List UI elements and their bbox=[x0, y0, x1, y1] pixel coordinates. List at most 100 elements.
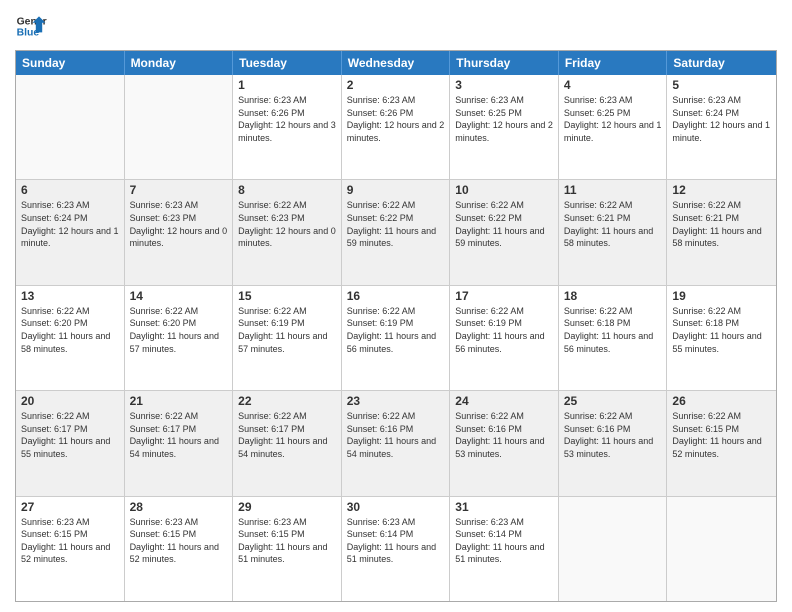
calendar-cell: 10Sunrise: 6:22 AM Sunset: 6:22 PM Dayli… bbox=[450, 180, 559, 284]
cell-info: Sunrise: 6:22 AM Sunset: 6:18 PM Dayligh… bbox=[564, 305, 662, 355]
calendar-cell: 6 Sunrise: 6:23 AM Sunset: 6:24 PM Daylig… bbox=[16, 180, 125, 284]
day-number: 19 bbox=[672, 289, 771, 303]
cell-info: Sunrise: 6:22 AM Sunset: 6:19 PM Dayligh… bbox=[455, 305, 553, 355]
day-number: 11 bbox=[564, 183, 662, 197]
cell-info: Sunrise: 6:22 AM Sunset: 6:21 PM Dayligh… bbox=[564, 199, 662, 249]
cell-info: Sunrise: 6:23 AM Sunset: 6:23 PM Dayligh… bbox=[130, 199, 228, 249]
day-number: 7 bbox=[130, 183, 228, 197]
cell-info: Sunrise: 6:22 AM Sunset: 6:20 PM Dayligh… bbox=[130, 305, 228, 355]
calendar-cell: 4 Sunrise: 6:23 AM Sunset: 6:25 PM Daylig… bbox=[559, 75, 668, 179]
weekday-header-tuesday: Tuesday bbox=[233, 51, 342, 75]
calendar-cell: 13 Sunrise: 6:22 AM Sunset: 6:20 PM Dayli… bbox=[16, 286, 125, 390]
day-number: 21 bbox=[130, 394, 228, 408]
calendar-cell: 27 Sunrise: 6:23 AM Sunset: 6:15 PM Dayli… bbox=[16, 497, 125, 601]
calendar-cell: 19 Sunrise: 6:22 AM Sunset: 6:18 PM Dayli… bbox=[667, 286, 776, 390]
day-number: 5 bbox=[672, 78, 771, 92]
calendar-row-1: 6 Sunrise: 6:23 AM Sunset: 6:24 PM Daylig… bbox=[16, 180, 776, 285]
calendar-row-3: 20 Sunrise: 6:22 AM Sunset: 6:17 PM Dayli… bbox=[16, 391, 776, 496]
calendar-cell: 30Sunrise: 6:23 AM Sunset: 6:14 PM Dayli… bbox=[342, 497, 451, 601]
calendar-cell: 17 Sunrise: 6:22 AM Sunset: 6:19 PM Dayli… bbox=[450, 286, 559, 390]
calendar-cell: 3Sunrise: 6:23 AM Sunset: 6:25 PM Daylig… bbox=[450, 75, 559, 179]
calendar-cell: 20Sunrise: 6:22 AM Sunset: 6:17 PM Dayli… bbox=[16, 391, 125, 495]
day-number: 23 bbox=[347, 394, 445, 408]
calendar-cell: 9Sunrise: 6:22 AM Sunset: 6:22 PM Daylig… bbox=[342, 180, 451, 284]
weekday-header-thursday: Thursday bbox=[450, 51, 559, 75]
cell-info: Sunrise: 6:22 AM Sunset: 6:16 PM Dayligh… bbox=[564, 410, 662, 460]
cell-info: Sunrise: 6:22 AM Sunset: 6:17 PM Dayligh… bbox=[238, 410, 336, 460]
day-number: 18 bbox=[564, 289, 662, 303]
cell-info: Sunrise: 6:23 AM Sunset: 6:24 PM Dayligh… bbox=[672, 94, 771, 144]
cell-info: Sunrise: 6:22 AM Sunset: 6:23 PM Dayligh… bbox=[238, 199, 336, 249]
day-number: 9 bbox=[347, 183, 445, 197]
calendar-cell: 26 Sunrise: 6:22 AM Sunset: 6:15 PM Dayli… bbox=[667, 391, 776, 495]
calendar-row-4: 27 Sunrise: 6:23 AM Sunset: 6:15 PM Dayli… bbox=[16, 497, 776, 601]
day-number: 31 bbox=[455, 500, 553, 514]
day-number: 20 bbox=[21, 394, 119, 408]
weekday-header-saturday: Saturday bbox=[667, 51, 776, 75]
day-number: 13 bbox=[21, 289, 119, 303]
day-number: 1 bbox=[238, 78, 336, 92]
cell-info: Sunrise: 6:22 AM Sunset: 6:17 PM Dayligh… bbox=[130, 410, 228, 460]
calendar-cell: 16 Sunrise: 6:22 AM Sunset: 6:19 PM Dayli… bbox=[342, 286, 451, 390]
cell-info: Sunrise: 6:23 AM Sunset: 6:15 PM Dayligh… bbox=[21, 516, 119, 566]
calendar-cell: 25 Sunrise: 6:22 AM Sunset: 6:16 PM Dayli… bbox=[559, 391, 668, 495]
day-number: 16 bbox=[347, 289, 445, 303]
calendar-cell: 29 Sunrise: 6:23 AM Sunset: 6:15 PM Dayli… bbox=[233, 497, 342, 601]
calendar-cell: 8 Sunrise: 6:22 AM Sunset: 6:23 PM Daylig… bbox=[233, 180, 342, 284]
day-number: 2 bbox=[347, 78, 445, 92]
cell-info: Sunrise: 6:23 AM Sunset: 6:25 PM Dayligh… bbox=[564, 94, 662, 144]
cell-info: Sunrise: 6:23 AM Sunset: 6:26 PM Dayligh… bbox=[238, 94, 336, 144]
logo-icon: General Blue bbox=[15, 10, 47, 42]
calendar-cell: 11 Sunrise: 6:22 AM Sunset: 6:21 PM Dayli… bbox=[559, 180, 668, 284]
weekday-header-monday: Monday bbox=[125, 51, 234, 75]
day-number: 26 bbox=[672, 394, 771, 408]
cell-info: Sunrise: 6:22 AM Sunset: 6:18 PM Dayligh… bbox=[672, 305, 771, 355]
page-header: General Blue bbox=[15, 10, 777, 42]
day-number: 22 bbox=[238, 394, 336, 408]
calendar-cell: 21 Sunrise: 6:22 AM Sunset: 6:17 PM Dayli… bbox=[125, 391, 234, 495]
cell-info: Sunrise: 6:22 AM Sunset: 6:19 PM Dayligh… bbox=[347, 305, 445, 355]
cell-info: Sunrise: 6:22 AM Sunset: 6:15 PM Dayligh… bbox=[672, 410, 771, 460]
day-number: 25 bbox=[564, 394, 662, 408]
day-number: 12 bbox=[672, 183, 771, 197]
calendar-cell bbox=[559, 497, 668, 601]
cell-info: Sunrise: 6:23 AM Sunset: 6:26 PM Dayligh… bbox=[347, 94, 445, 144]
calendar-cell: 7 Sunrise: 6:23 AM Sunset: 6:23 PM Daylig… bbox=[125, 180, 234, 284]
cell-info: Sunrise: 6:23 AM Sunset: 6:14 PM Dayligh… bbox=[455, 516, 553, 566]
calendar-cell: 1 Sunrise: 6:23 AM Sunset: 6:26 PM Daylig… bbox=[233, 75, 342, 179]
calendar-cell: 22 Sunrise: 6:22 AM Sunset: 6:17 PM Dayli… bbox=[233, 391, 342, 495]
day-number: 17 bbox=[455, 289, 553, 303]
cell-info: Sunrise: 6:22 AM Sunset: 6:21 PM Dayligh… bbox=[672, 199, 771, 249]
calendar: SundayMondayTuesdayWednesdayThursdayFrid… bbox=[15, 50, 777, 602]
calendar-cell: 12 Sunrise: 6:22 AM Sunset: 6:21 PM Dayli… bbox=[667, 180, 776, 284]
calendar-header: SundayMondayTuesdayWednesdayThursdayFrid… bbox=[16, 51, 776, 75]
calendar-cell: 31 Sunrise: 6:23 AM Sunset: 6:14 PM Dayli… bbox=[450, 497, 559, 601]
weekday-header-sunday: Sunday bbox=[16, 51, 125, 75]
day-number: 29 bbox=[238, 500, 336, 514]
calendar-cell: 5 Sunrise: 6:23 AM Sunset: 6:24 PM Daylig… bbox=[667, 75, 776, 179]
calendar-cell: 2 Sunrise: 6:23 AM Sunset: 6:26 PM Daylig… bbox=[342, 75, 451, 179]
cell-info: Sunrise: 6:23 AM Sunset: 6:15 PM Dayligh… bbox=[238, 516, 336, 566]
weekday-header-wednesday: Wednesday bbox=[342, 51, 451, 75]
day-number: 15 bbox=[238, 289, 336, 303]
day-number: 4 bbox=[564, 78, 662, 92]
day-number: 14 bbox=[130, 289, 228, 303]
calendar-cell bbox=[125, 75, 234, 179]
day-number: 8 bbox=[238, 183, 336, 197]
day-number: 3 bbox=[455, 78, 553, 92]
calendar-row-2: 13 Sunrise: 6:22 AM Sunset: 6:20 PM Dayli… bbox=[16, 286, 776, 391]
cell-info: Sunrise: 6:23 AM Sunset: 6:15 PM Dayligh… bbox=[130, 516, 228, 566]
calendar-cell bbox=[667, 497, 776, 601]
cell-info: Sunrise: 6:22 AM Sunset: 6:22 PM Dayligh… bbox=[455, 199, 553, 249]
cell-info: Sunrise: 6:22 AM Sunset: 6:16 PM Dayligh… bbox=[455, 410, 553, 460]
cell-info: Sunrise: 6:23 AM Sunset: 6:24 PM Dayligh… bbox=[21, 199, 119, 249]
weekday-header-friday: Friday bbox=[559, 51, 668, 75]
calendar-cell bbox=[16, 75, 125, 179]
cell-info: Sunrise: 6:22 AM Sunset: 6:20 PM Dayligh… bbox=[21, 305, 119, 355]
day-number: 28 bbox=[130, 500, 228, 514]
day-number: 6 bbox=[21, 183, 119, 197]
day-number: 27 bbox=[21, 500, 119, 514]
calendar-cell: 24Sunrise: 6:22 AM Sunset: 6:16 PM Dayli… bbox=[450, 391, 559, 495]
calendar-cell: 23Sunrise: 6:22 AM Sunset: 6:16 PM Dayli… bbox=[342, 391, 451, 495]
cell-info: Sunrise: 6:23 AM Sunset: 6:14 PM Dayligh… bbox=[347, 516, 445, 566]
